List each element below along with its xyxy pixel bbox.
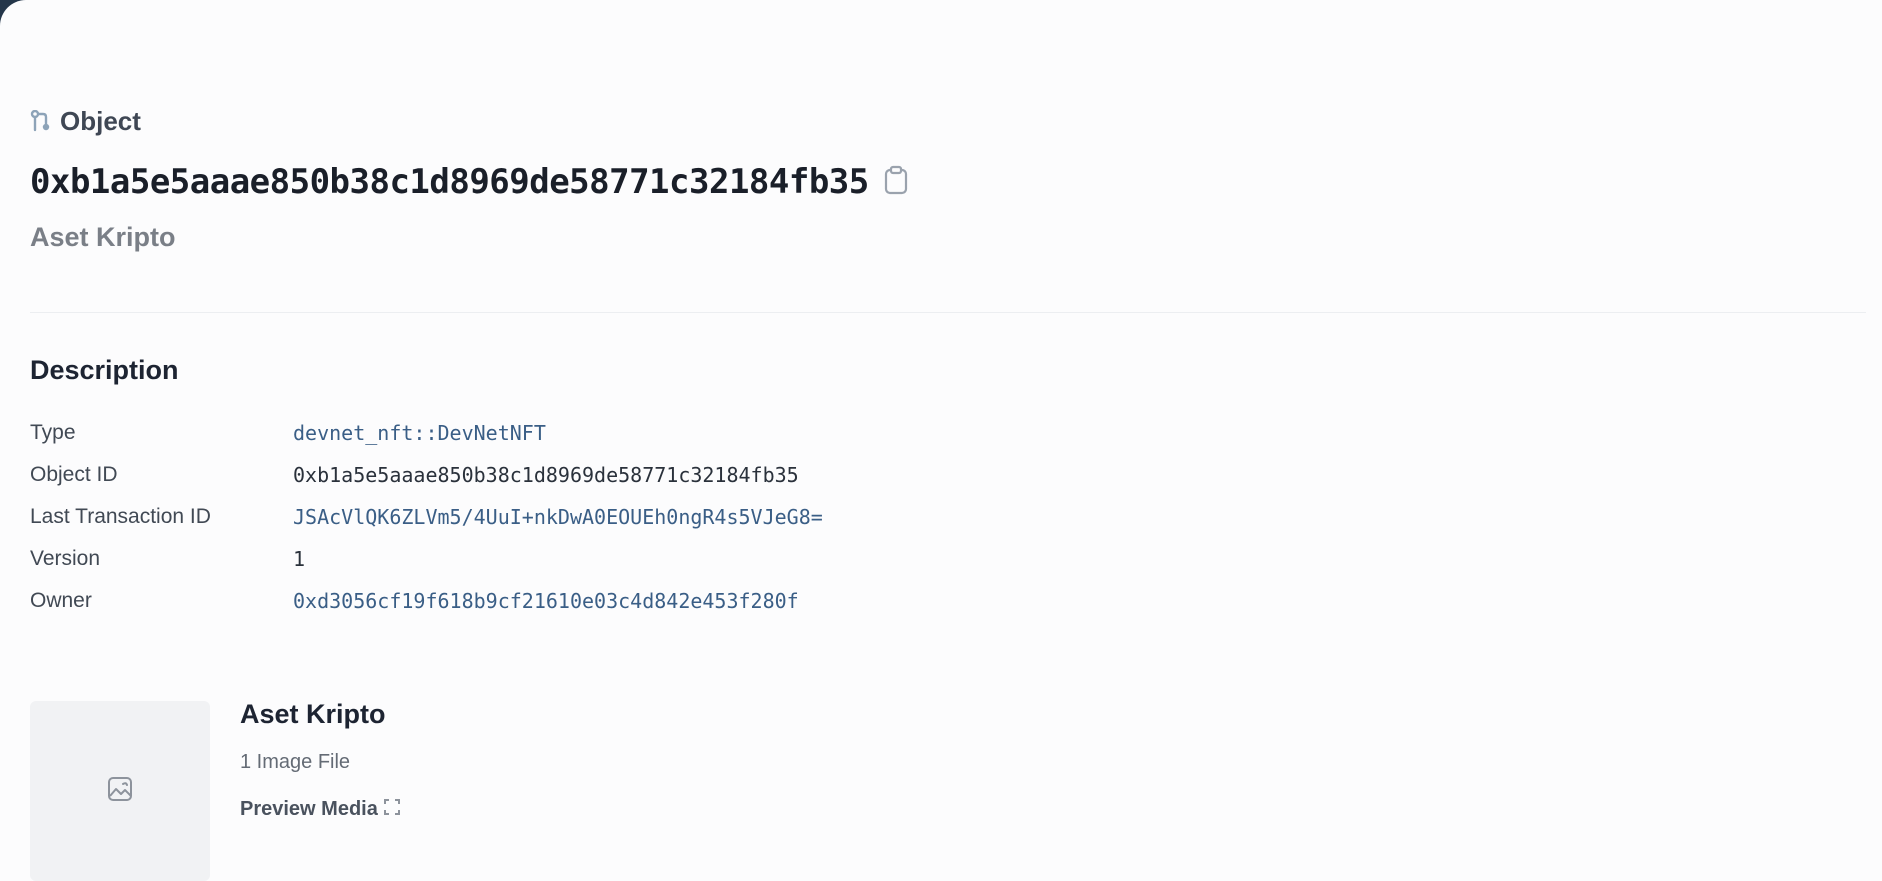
description-row-last-transaction: Last Transaction ID JSAcVlQK6ZLVm5/4UuI+… xyxy=(30,496,823,538)
description-key: Owner xyxy=(30,589,92,612)
description-table: Type devnet_nft::DevNetNFT Object ID 0xb… xyxy=(30,412,823,622)
object-id-row: 0xb1a5e5aaae850b38c1d8969de58771c32184fb… xyxy=(30,162,909,202)
description-key: Last Transaction ID xyxy=(30,505,211,528)
version-value: 1 xyxy=(293,547,306,571)
media-file-count: 1 Image File xyxy=(240,751,351,773)
description-key: Type xyxy=(30,421,76,444)
description-row-object-id: Object ID 0xb1a5e5aaae850b38c1d8969de587… xyxy=(30,454,823,496)
description-key: Version xyxy=(30,547,101,570)
preview-media-label: Preview Media xyxy=(240,798,378,820)
owner-link[interactable]: 0xd3056cf19f618b9cf21610e03c4d842e453f28… xyxy=(293,589,799,613)
object-link-icon xyxy=(30,109,52,134)
description-row-owner: Owner 0xd3056cf19f618b9cf21610e03c4d842e… xyxy=(30,580,823,622)
description-row-type: Type devnet_nft::DevNetNFT xyxy=(30,412,823,454)
media-section: Aset Kripto 1 Image File Preview Media xyxy=(30,701,400,881)
preview-media-button[interactable]: Preview Media xyxy=(240,798,400,821)
object-subtitle: Aset Kripto xyxy=(30,222,176,252)
image-icon xyxy=(107,776,133,807)
object-detail-panel: Object 0xb1a5e5aaae850b38c1d8969de58771c… xyxy=(0,0,1882,881)
media-thumbnail[interactable] xyxy=(30,701,210,881)
description-row-version: Version 1 xyxy=(30,538,823,580)
object-kind-label: Object xyxy=(60,106,141,136)
section-divider xyxy=(30,312,1866,313)
object-kind-header: Object xyxy=(30,106,141,137)
clipboard-icon[interactable] xyxy=(883,165,909,200)
description-title: Description xyxy=(30,355,179,385)
media-title: Aset Kripto xyxy=(240,699,386,729)
last-transaction-link[interactable]: JSAcVlQK6ZLVm5/4UuI+nkDwA0EOUEh0ngR4s5VJ… xyxy=(293,505,823,529)
media-info: Aset Kripto 1 Image File Preview Media xyxy=(240,701,400,881)
object-id-title: 0xb1a5e5aaae850b38c1d8969de58771c32184fb… xyxy=(30,162,869,202)
type-link[interactable]: devnet_nft::DevNetNFT xyxy=(293,421,546,445)
description-key: Object ID xyxy=(30,463,118,486)
object-id-value: 0xb1a5e5aaae850b38c1d8969de58771c32184fb… xyxy=(293,463,799,487)
fullscreen-icon xyxy=(383,799,400,820)
